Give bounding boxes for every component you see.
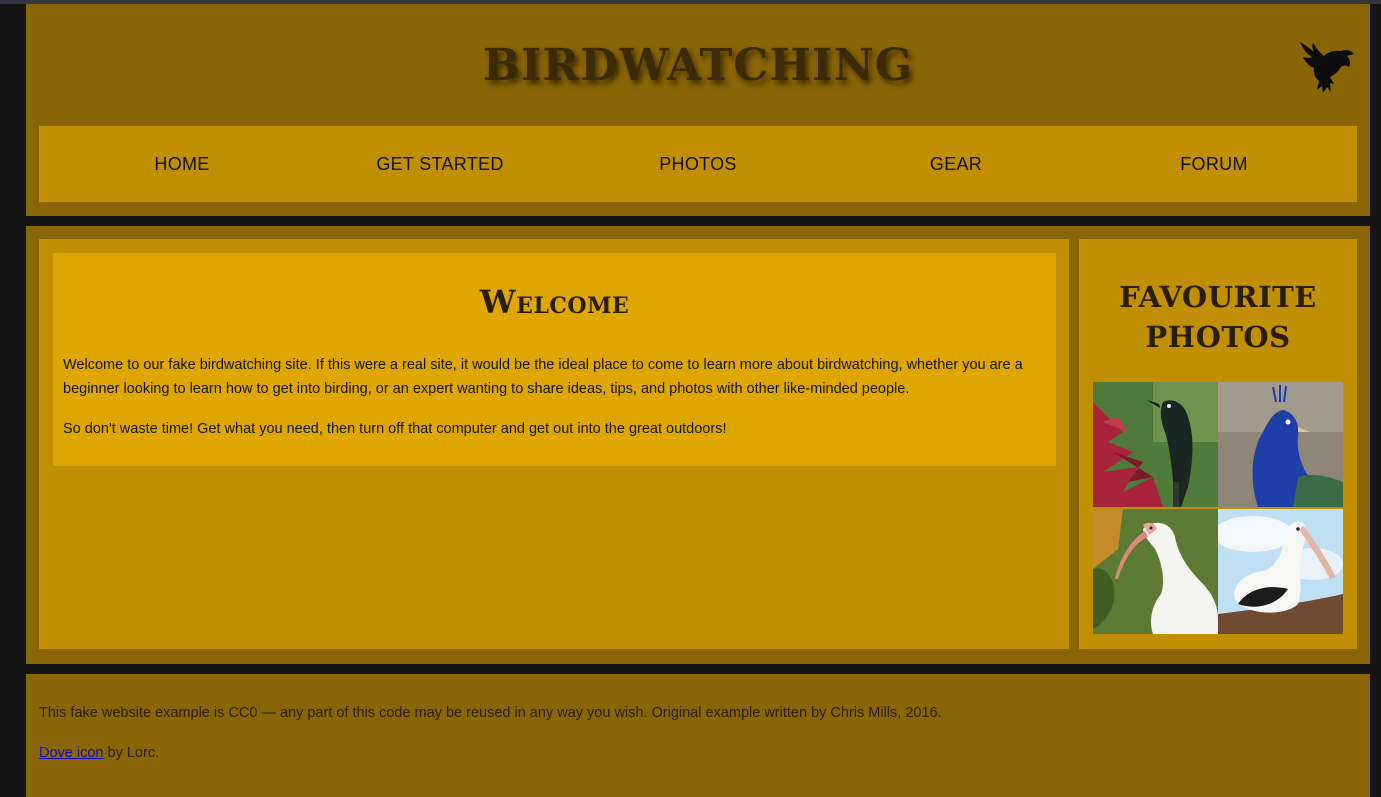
nav-item-forum[interactable]: FORUM: [1114, 154, 1314, 175]
sidebar: FAVOURITE PHOTOS: [1079, 239, 1357, 649]
cta-paragraph: So don't waste time! Get what you need, …: [63, 421, 727, 437]
peacock-photo[interactable]: [1218, 382, 1343, 507]
nav-item-photos[interactable]: PHOTOS: [598, 154, 798, 175]
site-footer: This fake website example is CC0 — any p…: [26, 674, 1370, 797]
welcome-heading: Welcome: [479, 283, 630, 321]
credit-line: Dove icon by Lorc.: [39, 745, 159, 761]
main-content: Welcome Welcome to our fake birdwatching…: [26, 226, 1370, 664]
pelican-photo[interactable]: [1218, 509, 1343, 634]
ibis-photo[interactable]: [1093, 509, 1218, 634]
left-margin: [0, 4, 26, 797]
dove-icon-link[interactable]: Dove icon: [39, 745, 103, 761]
sidebar-heading: FAVOURITE PHOTOS: [1119, 280, 1317, 354]
intro-paragraph: Welcome to our fake birdwatching site. I…: [63, 357, 1023, 397]
nav-item-gear[interactable]: GEAR: [856, 154, 1056, 175]
site-title: BIRDWATCHING: [482, 40, 914, 91]
nav-item-get-started[interactable]: GET STARTED: [340, 154, 540, 175]
photo-grid: [1093, 382, 1343, 634]
nav-item-home[interactable]: HOME: [82, 154, 282, 175]
main-nav: HOME GET STARTED PHOTOS GEAR FORUM: [39, 126, 1357, 202]
welcome-section: Welcome Welcome to our fake birdwatching…: [53, 253, 1056, 466]
dove-icon: [1300, 42, 1354, 93]
license-text: This fake website example is CC0 — any p…: [39, 705, 942, 721]
site-header: BIRDWATCHING HOME GET STARTED PHOTOS GEA…: [26, 4, 1370, 216]
article-panel: Welcome Welcome to our fake birdwatching…: [39, 239, 1069, 649]
tui-photo[interactable]: [1093, 382, 1218, 507]
credit-suffix: by Lorc.: [103, 745, 160, 761]
